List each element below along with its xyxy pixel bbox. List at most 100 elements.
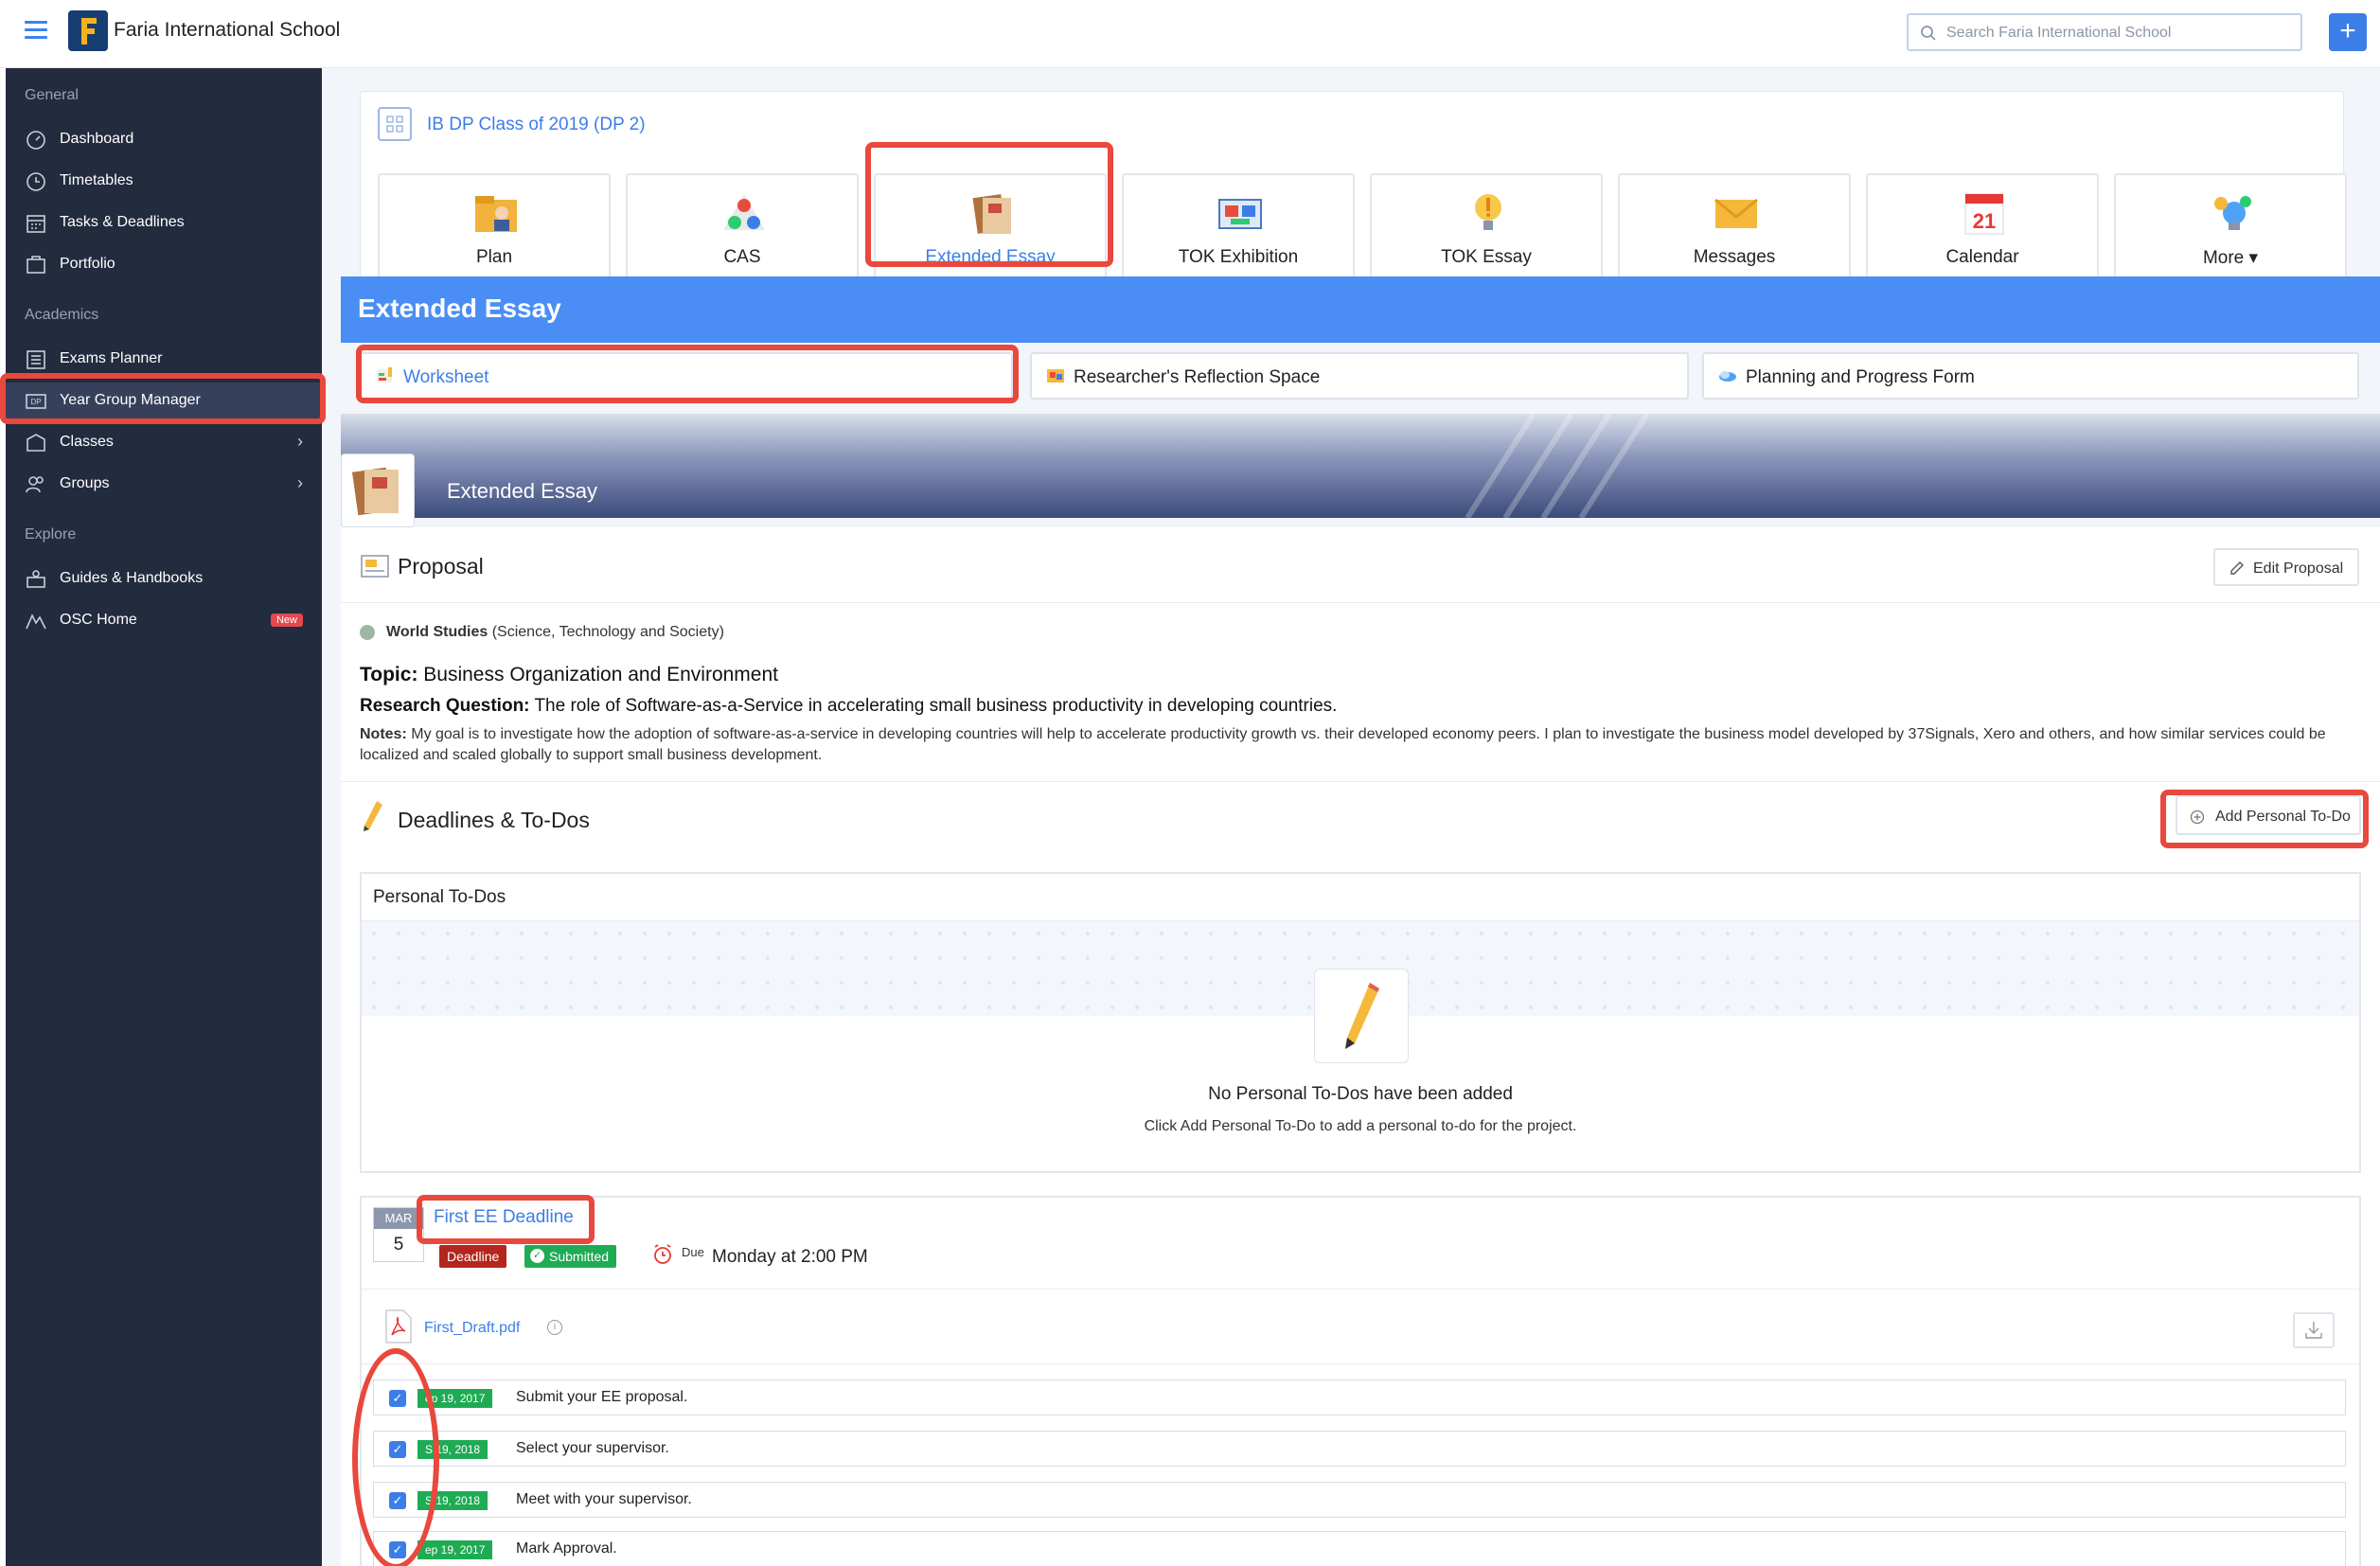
task-row[interactable]: ✓ ep 19, 2017 Mark Approval. (373, 1531, 2346, 1566)
tile-extended-essay[interactable]: Extended Essay (874, 173, 1107, 281)
tile-label: Calendar (1945, 247, 2019, 267)
sidebar-item-dashboard[interactable]: Dashboard (6, 121, 322, 159)
deadline-month: MAR (374, 1208, 423, 1229)
sidebar-section-explore: Explore (25, 526, 77, 543)
plan-icon (475, 196, 517, 232)
tile-more[interactable]: More ▾ (2114, 173, 2347, 281)
tab-planning-progress-form[interactable]: Planning and Progress Form (1702, 352, 2359, 400)
add-button[interactable]: + (2329, 13, 2367, 51)
school-logo[interactable] (68, 10, 108, 51)
tile-messages[interactable]: Messages (1618, 173, 1851, 281)
sidebar-item-exams-planner[interactable]: Exams Planner (6, 341, 322, 379)
sidebar-item-year-group-manager[interactable]: DP Year Group Manager (6, 383, 322, 420)
sidebar-item-portfolio[interactable]: Portfolio (6, 246, 322, 284)
sidebar-item-label: Tasks & Deadlines (60, 214, 185, 230)
sidebar-item-osc-home[interactable]: OSC Home New (6, 602, 322, 640)
sidebar-item-label: Dashboard (60, 131, 134, 147)
task-date: S 19, 2018 (417, 1491, 488, 1510)
chevron-right-icon: › (297, 432, 303, 451)
download-icon (2305, 1322, 2322, 1339)
pdf-file-icon (385, 1309, 412, 1344)
hamburger-menu-icon[interactable] (25, 21, 47, 40)
tile-tok-exhibition[interactable]: TOK Exhibition (1122, 173, 1355, 281)
svg-text:DP: DP (30, 398, 41, 406)
task-date: ep 19, 2017 (417, 1540, 493, 1559)
reflection-icon (1047, 369, 1064, 383)
task-date: ep 19, 2017 (417, 1389, 493, 1408)
personal-todos-title: Personal To-Dos (373, 887, 506, 907)
ee-banner (341, 414, 2380, 518)
tile-label: CAS (723, 247, 761, 267)
tab-label: Worksheet (403, 367, 489, 387)
worksheet-icon (377, 367, 392, 383)
task-row[interactable]: ✓ S 19, 2018 Select your supervisor. (373, 1431, 2346, 1467)
task-row[interactable]: ✓ ep 19, 2017 Submit your EE proposal. (373, 1379, 2346, 1415)
dashboard-icon (27, 131, 45, 150)
task-checkbox[interactable]: ✓ (389, 1541, 406, 1558)
subject-name: World Studies (386, 624, 488, 640)
sidebar-item-classes[interactable]: Classes › (6, 424, 322, 462)
task-checkbox[interactable]: ✓ (389, 1441, 406, 1458)
extended-essay-header: Extended Essay (341, 276, 2380, 343)
classes-icon (27, 434, 45, 452)
groups-icon (26, 476, 44, 493)
top-bar: Faria International School Search Faria … (0, 0, 2380, 68)
file-link[interactable]: First_Draft.pdf (424, 1320, 520, 1337)
main-content: IB DP Class of 2019 (DP 2) Plan CAS Exte… (322, 68, 2380, 1566)
sidebar-item-label: Timetables (60, 172, 133, 188)
sidebar-item-label: Exams Planner (60, 350, 163, 366)
tile-cas[interactable]: CAS (626, 173, 859, 281)
sidebar-item-label: Guides & Handbooks (60, 570, 204, 586)
search-icon (1921, 26, 1936, 41)
search-input[interactable]: Search Faria International School (1907, 13, 2302, 51)
add-personal-todo-button[interactable]: Add Personal To-Do (2176, 795, 2361, 835)
more-icon (2214, 196, 2251, 230)
deadlines-title: Deadlines & To-Dos (398, 808, 590, 832)
tile-label: TOK Essay (1441, 247, 1532, 267)
tile-calendar[interactable]: 21 Calendar (1866, 173, 2099, 281)
sidebar-item-guides-handbooks[interactable]: Guides & Handbooks (6, 561, 322, 598)
empty-state-subtitle: Click Add Personal To-Do to add a person… (1144, 1118, 1577, 1134)
tab-worksheet[interactable]: Worksheet (360, 352, 1013, 400)
clock-icon (27, 172, 45, 191)
task-checkbox[interactable]: ✓ (389, 1390, 406, 1407)
tab-label: Researcher's Reflection Space (1074, 367, 1321, 387)
deadline-badge: Deadline (439, 1245, 507, 1268)
tile-plan[interactable]: Plan (378, 173, 611, 281)
alarm-clock-icon (654, 1244, 671, 1264)
calendar-grid-icon (27, 215, 45, 233)
sidebar-section-general: General (25, 87, 79, 103)
deadlines-header: Deadlines & To-Dos Add Personal To-Do (341, 781, 2380, 853)
due-value: Monday at 2:00 PM (712, 1247, 868, 1267)
deadline-name-link[interactable]: First EE Deadline (434, 1207, 574, 1228)
ee-thumbnail (341, 454, 415, 527)
deadline-date: MAR 5 (373, 1207, 424, 1262)
submitted-badge: ✓ Submitted (524, 1245, 617, 1268)
tile-label: Messages (1693, 247, 1776, 267)
edit-proposal-button[interactable]: Edit Proposal (2213, 548, 2359, 586)
task-row[interactable]: ✓ S 19, 2018 Meet with your supervisor. (373, 1482, 2346, 1518)
messages-icon (1714, 198, 1758, 228)
sidebar-item-groups[interactable]: Groups › (6, 466, 322, 504)
sidebar-item-tasks-deadlines[interactable]: Tasks & Deadlines (6, 205, 322, 242)
task-checkbox[interactable]: ✓ (389, 1492, 406, 1509)
calendar-icon: 21 (1964, 193, 2004, 235)
research-question-line: Research Question: The role of Software-… (360, 696, 1337, 717)
calendar-day: 21 (1973, 209, 1996, 233)
sidebar-item-label: Year Group Manager (60, 392, 201, 408)
pencil-icon (364, 801, 382, 831)
tok-essay-icon (1475, 194, 1501, 230)
notes-label: Notes: (360, 726, 407, 742)
banner-title: Extended Essay (447, 479, 597, 503)
rq-value: The role of Software-as-a-Service in acc… (534, 696, 1338, 716)
class-title[interactable]: IB DP Class of 2019 (DP 2) (427, 115, 646, 135)
tab-researchers-reflection-space[interactable]: Researcher's Reflection Space (1030, 352, 1689, 400)
sidebar-item-label: Portfolio (60, 256, 115, 272)
sidebar-item-timetables[interactable]: Timetables (6, 163, 322, 201)
extended-essay-icon (972, 194, 1011, 234)
download-button[interactable] (2293, 1312, 2335, 1348)
tile-tok-essay[interactable]: TOK Essay (1370, 173, 1603, 281)
info-icon[interactable]: i (547, 1320, 562, 1335)
portfolio-icon (27, 256, 45, 274)
task-text: Select your supervisor. (516, 1440, 669, 1456)
